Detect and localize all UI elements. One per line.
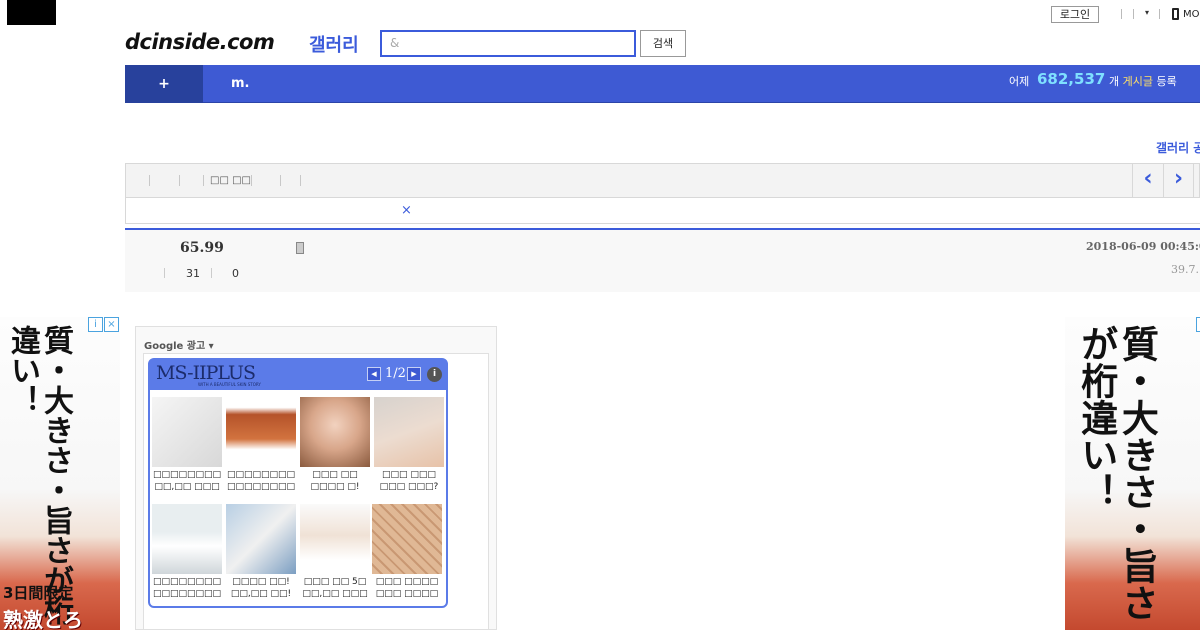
mobile-link[interactable]: MO xyxy=(1183,9,1200,20)
yesterday-label: 어제 xyxy=(1009,75,1030,88)
left-side-ad[interactable]: 質・大きさ・旨さが桁違い！ 3日間限定 熟激とろ i × xyxy=(0,317,120,630)
search-input[interactable]: & xyxy=(380,30,636,57)
caption-line: □□,□□ □□! xyxy=(230,589,292,599)
gallery-notice-link[interactable]: 갤러리 공 xyxy=(1156,139,1200,156)
caption-line: □□□□ □□! xyxy=(232,577,290,587)
mobile-icon[interactable] xyxy=(1172,8,1179,20)
ad-tile-caption[interactable]: □□□ □□ □□□□ □! xyxy=(296,469,374,493)
post-date: 2018-06-09 00:45:0 xyxy=(1086,240,1200,253)
caption-line: □□□ □□□□ xyxy=(375,589,439,599)
caption-line: □□□ □□□□ xyxy=(375,577,439,587)
caption-line: □□□ □□□ xyxy=(382,470,436,480)
ad-tile-image[interactable] xyxy=(300,397,370,467)
post-toolbar xyxy=(125,163,1200,198)
prev-post-button[interactable]: ‹ xyxy=(1132,164,1163,197)
meta-divider xyxy=(211,268,212,278)
ad-promo-text: 熟激とろ xyxy=(3,608,83,630)
caption-line: □□□□ □! xyxy=(310,482,360,492)
caption-line: □□□□□□□□ xyxy=(152,589,222,599)
toolbar-divider xyxy=(251,175,252,186)
sub-toolbar xyxy=(125,198,1200,224)
view-count: 31 xyxy=(186,267,200,280)
caption-line: □□,□□ □□□ xyxy=(302,589,368,599)
google-ad-label[interactable]: Google 광고 ▾ xyxy=(144,337,214,352)
recommend-count: 0 xyxy=(232,267,239,280)
ad-tile-caption[interactable]: □□□ □□□ □□□ □□□? xyxy=(370,469,448,493)
util-divider xyxy=(1121,9,1122,19)
util-divider xyxy=(1159,9,1160,19)
ad-tile-image[interactable] xyxy=(374,397,444,467)
search-button[interactable]: 검색 xyxy=(640,30,686,57)
brand-tagline: WITH A BEAUTIFUL SKIN STORY xyxy=(198,382,261,387)
ad-info-icon[interactable]: i xyxy=(88,317,103,332)
caption-line: □□□□□□□□ xyxy=(226,470,296,480)
nav-plus-tab[interactable]: + xyxy=(125,65,203,103)
caption-line: □□□□□□□□ xyxy=(152,577,222,587)
toolbar-label[interactable]: □□ □□ xyxy=(210,175,251,186)
carousel-next-icon[interactable]: ▶ xyxy=(407,367,421,381)
next-post-button[interactable]: › xyxy=(1163,164,1194,197)
ad-tile-image[interactable] xyxy=(152,504,222,574)
toolbar-divider xyxy=(179,175,180,186)
mobile-device-icon xyxy=(296,242,304,254)
caption-line: □□□ □□ 5□ xyxy=(303,577,367,587)
ad-tile-caption[interactable]: □□□□□□□□ □□□□□□□□ xyxy=(148,576,226,600)
post-ip: 39.7. xyxy=(1171,263,1199,276)
toolbar-divider xyxy=(280,175,281,186)
gallery-logo-label[interactable]: 갤러리 xyxy=(309,31,359,57)
ad-promo-text: 3日間限定 xyxy=(3,584,74,602)
right-side-ad[interactable]: 質・大きさ・旨さが桁違い！ i xyxy=(1065,317,1200,630)
posts-word: 게시글 xyxy=(1122,75,1153,88)
caption-line: □□,□□ □□□ xyxy=(154,482,220,492)
caption-line: □□□ □□ xyxy=(312,470,358,480)
yesterday-post-count: 682,537 xyxy=(1037,70,1106,88)
ad-info-icon[interactable]: i xyxy=(1196,317,1200,332)
caption-line: □□□□□□□□ xyxy=(152,470,222,480)
meta-divider xyxy=(164,268,165,278)
login-button[interactable]: 로그인 xyxy=(1051,6,1099,23)
util-divider xyxy=(1133,9,1134,19)
ad-tile-image[interactable] xyxy=(226,504,296,574)
brand-logo[interactable]: MS-IIPLUS xyxy=(156,362,256,384)
caption-line: □□□□□□□□ xyxy=(226,482,296,492)
ad-tile-image[interactable] xyxy=(226,397,296,467)
ad-headline: 質・大きさ・旨さが桁違い！ xyxy=(1074,325,1159,621)
toolbar-divider xyxy=(300,175,301,186)
ad-tile-image[interactable] xyxy=(152,397,222,467)
ad-tile-caption[interactable]: □□□□ □□! □□,□□ □□! xyxy=(222,576,300,600)
close-icon[interactable]: × xyxy=(401,203,412,218)
posts-registered-label: 개 게시글 등록 xyxy=(1109,73,1177,89)
ad-tile-caption[interactable]: □□□ □□□□ □□□ □□□□ xyxy=(368,576,446,600)
ad-tile-caption[interactable]: □□□ □□ 5□ □□,□□ □□□ xyxy=(296,576,374,600)
caption-line: □□□ □□□? xyxy=(379,482,439,492)
top-left-banner xyxy=(7,0,56,25)
post-header xyxy=(125,230,1200,292)
carousel-page-indicator: 1/2 xyxy=(385,366,406,381)
toolbar-divider xyxy=(203,175,204,186)
ad-tile-image[interactable] xyxy=(372,504,442,574)
posts-suffix: 등록 xyxy=(1156,75,1177,88)
carousel-prev-icon[interactable]: ◀ xyxy=(367,367,381,381)
ad-tile-caption[interactable]: □□□□□□□□ □□,□□ □□□ xyxy=(148,469,226,493)
toolbar-divider xyxy=(149,175,150,186)
ad-tile-caption[interactable]: □□□□□□□□ □□□□□□□□ xyxy=(222,469,300,493)
ad-tile-image[interactable] xyxy=(300,504,370,574)
ad-info-icon[interactable]: i xyxy=(427,367,442,382)
posts-unit: 개 xyxy=(1109,75,1120,88)
site-logo[interactable]: dcinside.com xyxy=(125,30,275,54)
nav-m-tab[interactable]: m. xyxy=(231,76,249,91)
ad-close-icon[interactable]: × xyxy=(104,317,119,332)
post-title: 65.99 xyxy=(180,240,224,256)
chevron-down-icon[interactable]: ▾ xyxy=(1145,8,1149,17)
